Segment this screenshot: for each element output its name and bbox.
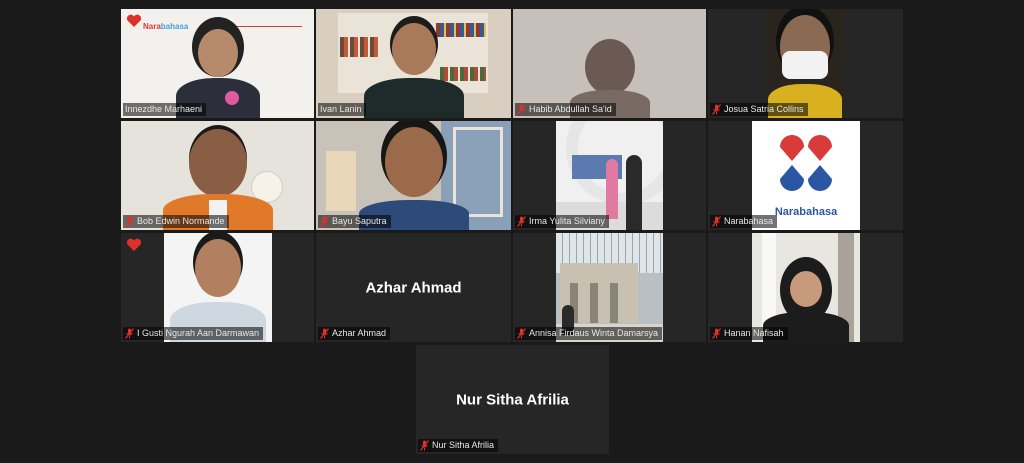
participant-tile[interactable]: Habib Abdullah Sa'id — [513, 9, 706, 118]
video-off-name: Nur Sitha Afrilia — [456, 391, 569, 408]
participant-video — [556, 121, 663, 230]
video-off-name: Azhar Ahmad — [365, 279, 462, 296]
mic-muted-icon — [712, 328, 721, 339]
participant-name-bar: Hanan Nafisah — [710, 327, 788, 340]
mic-muted-icon — [517, 216, 526, 227]
participant-tile[interactable]: I Gusti Ngurah Aan Darmawan — [121, 233, 314, 342]
participant-tile[interactable]: Narabahasa Narabahasa — [708, 121, 903, 230]
mic-muted-icon — [125, 328, 134, 339]
participant-tile-active-speaker[interactable]: Ivan Lanin — [316, 9, 511, 118]
participant-name-bar: Narabahasa — [710, 215, 778, 228]
mic-muted-icon — [712, 216, 721, 227]
heart-icon — [126, 238, 142, 251]
mic-muted-icon — [125, 216, 134, 227]
person-figure — [170, 235, 266, 342]
participant-tile[interactable]: Narabahasa Innezdhe Marhaeni — [121, 9, 314, 118]
participant-tile[interactable]: Irma Yulita Silviany — [513, 121, 706, 230]
participant-name-bar: Josua Satria Collins — [710, 103, 808, 116]
mic-muted-icon — [517, 328, 526, 339]
mic-muted-icon — [712, 104, 721, 115]
participant-video: Narabahasa — [121, 9, 314, 118]
participant-name-bar: Bob Edwin Normande — [123, 215, 229, 228]
mic-muted-icon — [320, 216, 329, 227]
participant-name-bar: Habib Abdullah Sa'id — [515, 103, 616, 116]
participant-video — [513, 9, 706, 118]
participant-tile[interactable]: Annisa Firdaus Winta Damarsya — [513, 233, 706, 342]
participant-name-bar: Irma Yulita Silviany — [515, 215, 609, 228]
person-figure — [363, 19, 464, 118]
participant-name-bar: Annisa Firdaus Winta Damarsya — [515, 327, 663, 340]
mic-muted-icon — [320, 328, 329, 339]
participant-video — [316, 121, 511, 230]
participant-tile[interactable]: Bob Edwin Normande — [121, 121, 314, 230]
participant-name-bar: Innezdhe Marhaeni — [123, 103, 207, 116]
mic-muted-icon — [420, 440, 429, 451]
participant-video — [316, 9, 511, 118]
participant-tile[interactable]: Nur Sitha Afrilia Nur Sitha Afrilia — [416, 345, 609, 454]
participant-video — [556, 233, 663, 342]
participant-name-bar: I Gusti Ngurah Aan Darmawan — [123, 327, 264, 340]
participant-video — [752, 233, 860, 342]
participant-tile[interactable]: Azhar Ahmad Azhar Ahmad — [316, 233, 511, 342]
participant-tile[interactable]: Josua Satria Collins — [708, 9, 903, 118]
participant-name-bar: Nur Sitha Afrilia — [418, 439, 499, 452]
participant-tile[interactable]: Bayu Saputra — [316, 121, 511, 230]
participant-name-bar: Azhar Ahmad — [318, 327, 391, 340]
participant-video — [765, 9, 845, 118]
mic-muted-icon — [517, 104, 526, 115]
heart-icon — [126, 14, 142, 27]
narabahasa-logo — [780, 135, 832, 191]
participant-tile[interactable]: Hanan Nafisah — [708, 233, 903, 342]
participant-video — [121, 121, 314, 230]
participant-video — [164, 233, 272, 342]
participant-video: Narabahasa — [752, 121, 860, 230]
participant-name-bar: Ivan Lanin — [318, 103, 366, 116]
participant-name-bar: Bayu Saputra — [318, 215, 391, 228]
